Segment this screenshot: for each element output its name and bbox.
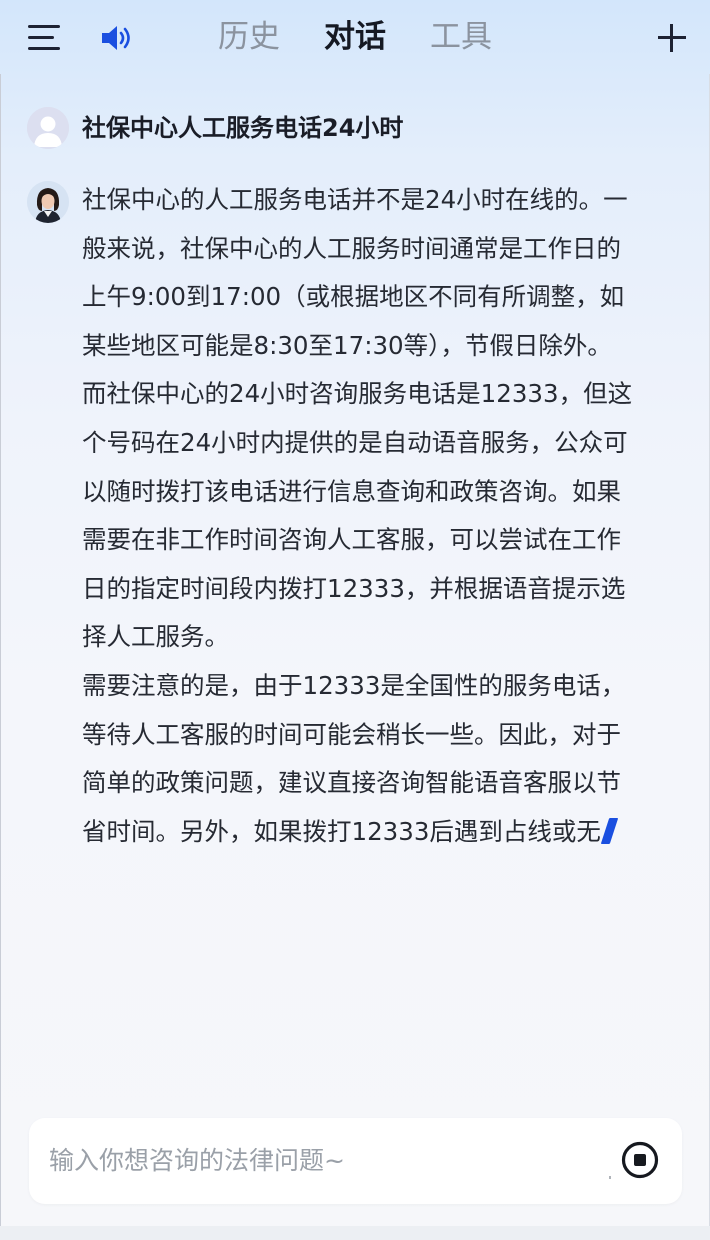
plus-icon[interactable]	[658, 24, 686, 52]
user-question-text: 社保中心人工服务电话24小时	[82, 114, 404, 142]
frame-bottom-bar	[0, 1226, 710, 1240]
answer-line-last: 省时间。另外，如果拨打12333后遇到占线或无	[82, 808, 682, 857]
answer-line: 般来说，社保中心的人工服务时间通常是工作日的	[82, 233, 621, 263]
assistant-avatar	[27, 181, 69, 223]
assistant-answer: 社保中心的人工服务电话并不是24小时在线的。一 般来说，社保中心的人工服务时间通…	[82, 176, 682, 856]
stop-icon[interactable]	[621, 1141, 659, 1179]
answer-line: 日的指定时间段内拨打12333，并根据语音提示选	[82, 573, 626, 603]
answer-line: 某些地区可能是8:30至17:30等），节假日除外。	[82, 330, 612, 360]
answer-line: 以随时拨打该电话进行信息查询和政策咨询。如果	[82, 476, 621, 506]
tab-history[interactable]: 历史	[218, 16, 280, 58]
chat-input-bar	[29, 1118, 682, 1204]
answer-line: 需要在非工作时间咨询人工客服，可以尝试在工作	[82, 525, 621, 555]
speaker-icon[interactable]	[100, 22, 136, 54]
answer-line-text: 省时间。另外，如果拨打12333后遇到占线或无	[82, 816, 601, 846]
streaming-cursor	[600, 817, 619, 844]
frame-border-left	[0, 74, 1, 1226]
top-navigation-bar: 历史 对话 工具	[0, 0, 710, 74]
answer-line: 简单的政策问题，建议直接咨询智能语音客服以节	[82, 768, 621, 798]
input-caret-mark	[609, 1176, 611, 1179]
answer-line: 择人工服务。	[82, 622, 229, 652]
answer-line: 等待人工客服的时间可能会稍长一些。因此，对于	[82, 719, 621, 749]
answer-line: 需要注意的是，由于12333是全国性的服务电话，	[82, 670, 626, 700]
user-avatar	[27, 107, 69, 149]
question-input[interactable]	[49, 1138, 589, 1182]
tab-tools[interactable]: 工具	[430, 16, 492, 58]
menu-icon[interactable]	[28, 24, 62, 52]
answer-line: 个号码在24小时内提供的是自动语音服务，公众可	[82, 427, 628, 457]
answer-line: 社保中心的人工服务电话并不是24小时在线的。一	[82, 185, 628, 214]
tab-chat[interactable]: 对话	[324, 16, 386, 58]
answer-line: 上午9:00到17:00（或根据地区不同有所调整，如	[82, 282, 625, 312]
answer-line: 而社保中心的24小时咨询服务电话是12333，但这	[82, 379, 633, 409]
